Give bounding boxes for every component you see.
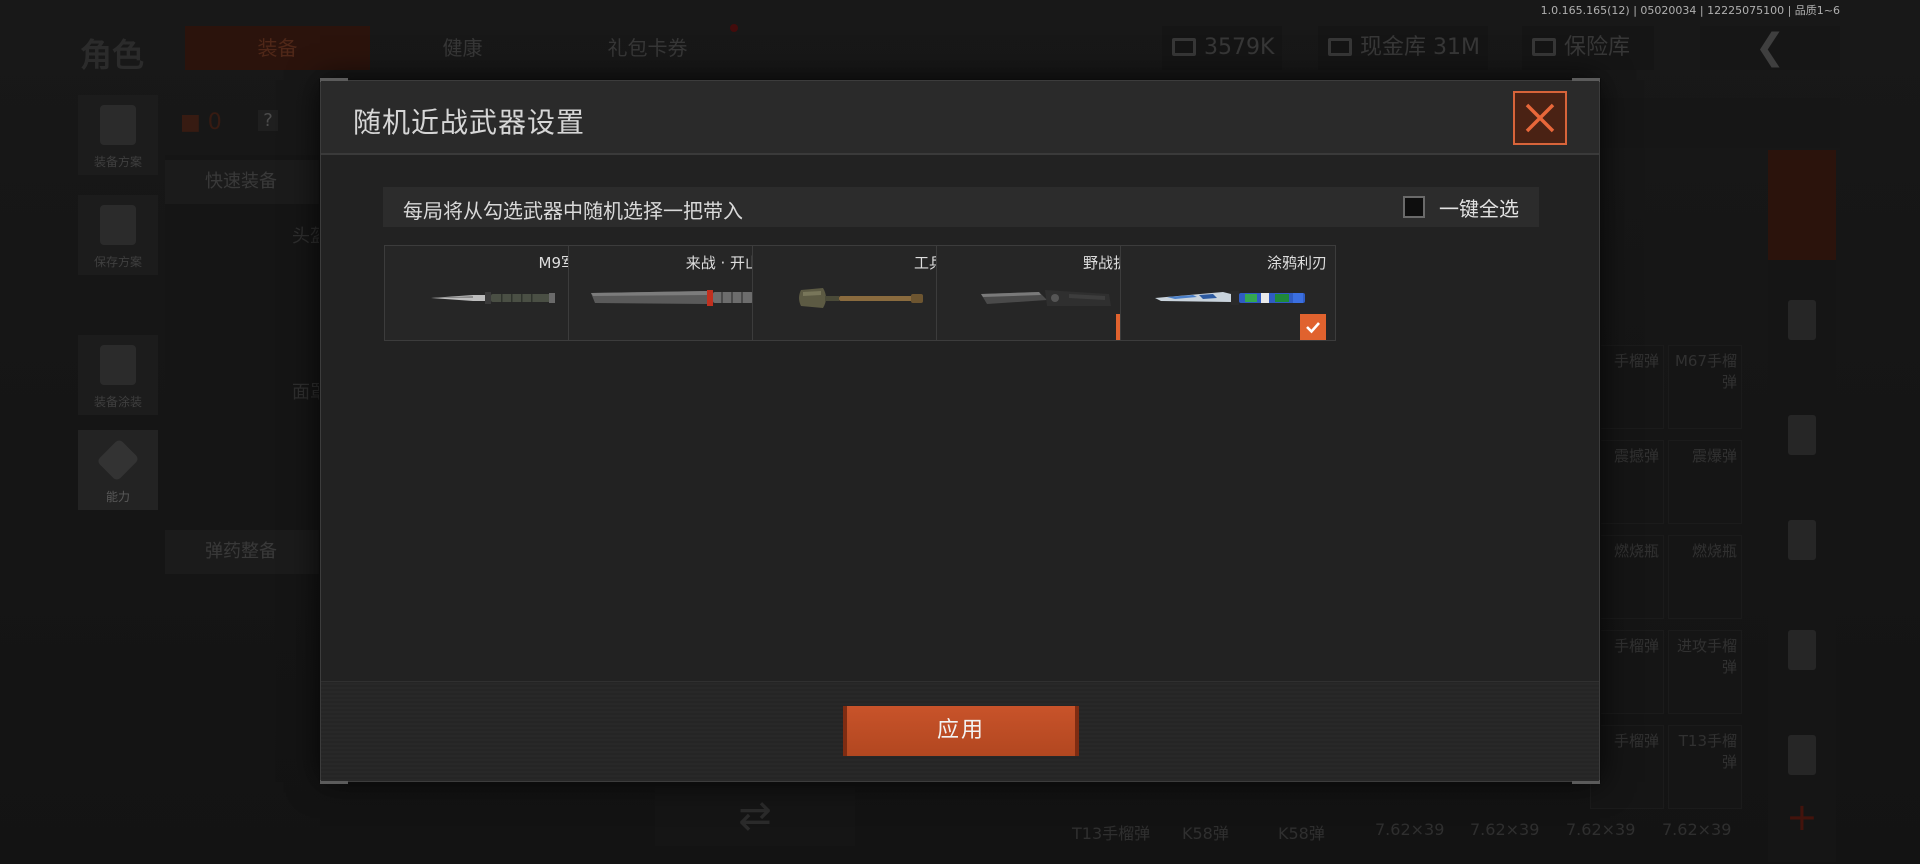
select-all-toggle[interactable]: 一键全选 bbox=[1403, 193, 1519, 221]
close-icon bbox=[1525, 103, 1555, 133]
dialog-footer: 应用 bbox=[321, 681, 1599, 781]
machete-icon bbox=[591, 290, 753, 306]
dialog-title: 随机近战武器设置 bbox=[353, 106, 586, 139]
checkmark-icon bbox=[1306, 322, 1320, 334]
graffiti-blade-icon bbox=[1155, 291, 1305, 305]
close-button[interactable] bbox=[1513, 91, 1567, 145]
weapon-card-graffiti-blade[interactable]: 涂鸦利刃 bbox=[1120, 245, 1336, 341]
random-melee-settings-dialog: 随机近战武器设置 每局将从勾选武器中随机选择一把带入 一键全选 M9军刀 来战 … bbox=[320, 78, 1600, 784]
info-text: 每局将从勾选武器中随机选择一把带入 bbox=[403, 199, 743, 223]
shovel-icon bbox=[799, 288, 923, 308]
apply-button[interactable]: 应用 bbox=[843, 706, 1079, 756]
info-bar: 每局将从勾选武器中随机选择一把带入 一键全选 bbox=[383, 187, 1539, 227]
select-all-checkbox[interactable] bbox=[1403, 196, 1425, 218]
select-all-label: 一键全选 bbox=[1439, 196, 1519, 221]
weapon-checkbox-checked[interactable] bbox=[1300, 314, 1326, 340]
dialog-header: 随机近战武器设置 bbox=[321, 81, 1599, 155]
m9-knife-icon bbox=[431, 292, 555, 304]
folding-knife-icon bbox=[981, 290, 1111, 306]
weapon-name: 涂鸦利刃 bbox=[1266, 254, 1327, 272]
